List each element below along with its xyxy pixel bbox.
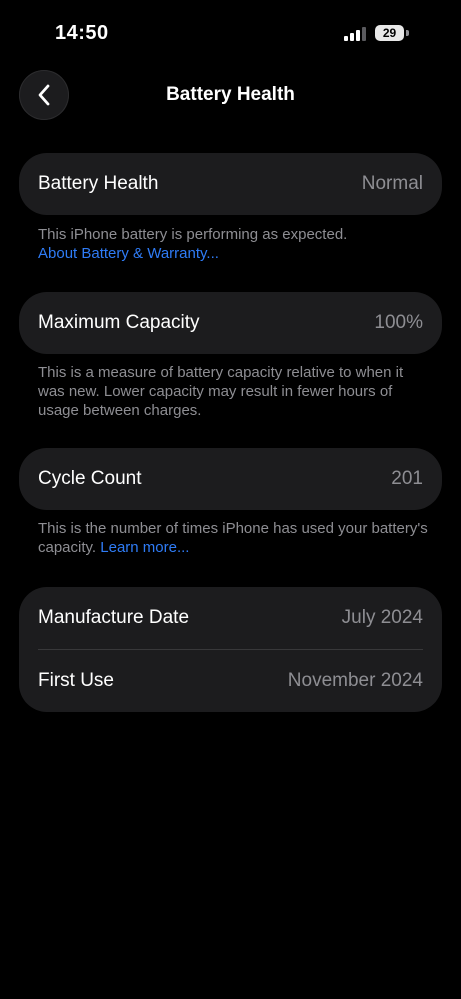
learn-more-link[interactable]: Learn more... xyxy=(100,539,189,556)
manufacture-date-value: July 2024 xyxy=(341,607,423,628)
battery-health-card: Battery Health Normal xyxy=(19,153,442,215)
maximum-capacity-footnote: This is a measure of battery capacity re… xyxy=(38,364,404,419)
cycle-count-description: This is the number of times iPhone has u… xyxy=(38,520,428,556)
first-use-row: First Use November 2024 xyxy=(19,650,442,712)
first-use-label: First Use xyxy=(38,670,114,691)
battery-tip xyxy=(406,30,409,36)
battery-health-description: This iPhone battery is performing as exp… xyxy=(38,226,348,243)
status-time: 14:50 xyxy=(55,22,109,44)
about-battery-warranty-link[interactable]: About Battery & Warranty... xyxy=(38,245,219,262)
page-title: Battery Health xyxy=(166,84,295,105)
first-use-value: November 2024 xyxy=(287,670,423,691)
cycle-count-footnote: This is the number of times iPhone has u… xyxy=(38,519,433,557)
battery-health-row: Battery Health Normal xyxy=(19,153,442,215)
battery-health-footnote: This iPhone battery is performing as exp… xyxy=(38,225,433,263)
battery-health-label: Battery Health xyxy=(38,173,159,194)
cycle-count-label: Cycle Count xyxy=(38,468,142,489)
cycle-count-value: 201 xyxy=(391,468,423,489)
cycle-count-row: Cycle Count 201 xyxy=(19,448,442,510)
cycle-count-card: Cycle Count 201 xyxy=(19,448,442,510)
battery-icon: 29 xyxy=(375,25,409,43)
maximum-capacity-label: Maximum Capacity xyxy=(38,312,200,333)
status-bar: 14:50 29 xyxy=(0,0,461,70)
manufacture-date-row: Manufacture Date July 2024 xyxy=(19,587,442,649)
battery-level: 29 xyxy=(375,25,404,41)
cellular-signal-icon xyxy=(344,27,366,41)
dates-card: Manufacture Date July 2024 First Use Nov… xyxy=(19,587,442,712)
maximum-capacity-row: Maximum Capacity 100% xyxy=(19,292,442,354)
maximum-capacity-value: 100% xyxy=(374,312,423,333)
manufacture-date-label: Manufacture Date xyxy=(38,607,190,628)
maximum-capacity-card: Maximum Capacity 100% xyxy=(19,292,442,354)
battery-health-value: Normal xyxy=(361,173,423,194)
